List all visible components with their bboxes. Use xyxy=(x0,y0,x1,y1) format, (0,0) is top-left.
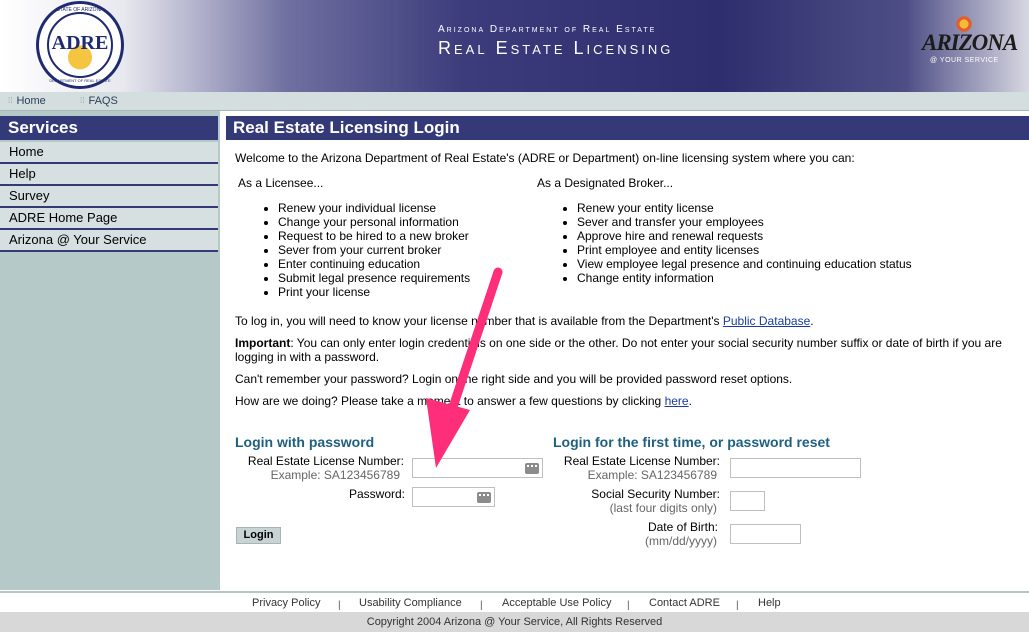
license-example-hint: Example: SA123456789 xyxy=(270,468,400,482)
topnav-faqs-label: FAQS xyxy=(88,95,118,107)
grip-dots-icon: ⁞⁞ xyxy=(80,96,85,105)
license-number-label: Real Estate License Number: xyxy=(247,454,404,468)
list-item: Sever and transfer your employees xyxy=(577,215,912,229)
important-label: Important xyxy=(235,336,291,350)
list-item: Request to be hired to a new broker xyxy=(278,229,470,243)
arizona-logo-tagline: @ YOUR SERVICE xyxy=(930,57,999,64)
seal-abbreviation: ADRE xyxy=(51,32,109,54)
list-item: Submit legal presence requirements xyxy=(278,271,470,285)
dob-hint: (mm/dd/yyyy) xyxy=(645,534,717,548)
footer-usability-compliance-link[interactable]: Usability Compliance xyxy=(359,597,462,609)
license-number-input[interactable] xyxy=(412,458,543,478)
agency-name: Arizona Department of Real Estate xyxy=(438,24,657,35)
login-first-time-heading: Login for the first time, or password re… xyxy=(553,434,830,450)
sidebar-item-arizona-service[interactable]: Arizona @ Your Service xyxy=(0,230,218,252)
footer-help-link[interactable]: Help xyxy=(758,597,781,609)
login-button[interactable]: Login xyxy=(236,527,281,544)
site-header: STATE OF ARIZONA ADRE DEPARTMENT OF REAL… xyxy=(0,0,1029,92)
footer-separator: | xyxy=(480,600,483,611)
password-label: Password: xyxy=(348,487,405,501)
list-item: Print employee and entity licenses xyxy=(577,243,912,257)
arizona-at-your-service-logo[interactable]: ARIZONA @ YOUR SERVICE xyxy=(920,14,1018,72)
topnav-home-label: Home xyxy=(16,95,46,107)
footer-separator: | xyxy=(736,600,739,611)
first-license-example-hint: Example: SA123456789 xyxy=(587,468,717,482)
grip-dots-icon: ⁞⁞ xyxy=(8,96,13,105)
password-manager-key-icon[interactable] xyxy=(525,463,539,474)
footer-links: Privacy Policy | Usability Compliance | … xyxy=(0,591,1029,612)
date-of-birth-input[interactable] xyxy=(730,524,801,544)
sidebar-item-survey[interactable]: Survey xyxy=(0,186,218,208)
password-input[interactable] xyxy=(412,487,495,507)
footer-separator: | xyxy=(627,600,630,611)
welcome-text: Welcome to the Arizona Department of Rea… xyxy=(235,151,855,165)
login-info-end: . xyxy=(810,314,814,328)
list-item: Enter continuing education xyxy=(278,257,470,271)
sidebar-title: Services xyxy=(0,116,218,140)
first-license-number-input[interactable] xyxy=(730,458,861,478)
topnav-faqs-link[interactable]: ⁞⁞ FAQS xyxy=(80,95,118,107)
survey-text: How are we doing? Please take a moment t… xyxy=(235,394,1015,408)
list-item: Print your license xyxy=(278,285,470,299)
broker-list: Renew your entity license Sever and tran… xyxy=(577,201,912,285)
page-title: Real Estate Licensing Login xyxy=(226,116,1029,140)
survey-here-link[interactable]: here xyxy=(665,394,689,408)
list-item: Sever from your current broker xyxy=(278,243,470,257)
licensee-list: Renew your individual license Change you… xyxy=(278,201,470,299)
login-info-text: To log in, you will need to know your li… xyxy=(235,314,1015,328)
sidebar-item-home[interactable]: Home xyxy=(0,142,218,164)
adre-seal-logo[interactable]: STATE OF ARIZONA ADRE DEPARTMENT OF REAL… xyxy=(36,1,124,89)
seal-ring-bottom-text: DEPARTMENT OF REAL ESTATE xyxy=(49,78,111,83)
survey-sentence: How are we doing? Please take a moment t… xyxy=(235,394,665,408)
arizona-logo-word: ARIZONA xyxy=(922,30,1018,55)
password-manager-key-icon[interactable] xyxy=(477,492,491,503)
sidebar-item-help[interactable]: Help xyxy=(0,164,218,186)
sidebar-item-adre-home[interactable]: ADRE Home Page xyxy=(0,208,218,230)
public-database-link[interactable]: Public Database xyxy=(723,314,810,328)
survey-end: . xyxy=(688,394,692,408)
list-item: View employee legal presence and continu… xyxy=(577,257,912,271)
first-license-number-label: Real Estate License Number: xyxy=(563,454,720,468)
list-item: Renew your entity license xyxy=(577,201,912,215)
ssn-label: Social Security Number: xyxy=(591,487,720,501)
forgot-password-text: Can't remember your password? Login on t… xyxy=(235,372,793,386)
list-item: Approve hire and renewal requests xyxy=(577,229,912,243)
login-info-sentence: To log in, you will need to know your li… xyxy=(235,314,723,328)
licensee-heading: As a Licensee... xyxy=(238,176,324,190)
ssn-hint: (last four digits only) xyxy=(609,501,717,515)
copyright-text: Copyright 2004 Arizona @ Your Service, A… xyxy=(0,612,1029,632)
footer-privacy-policy-link[interactable]: Privacy Policy xyxy=(252,597,320,609)
topnav-home-link[interactable]: ⁞⁞ Home xyxy=(8,95,46,107)
sidebar: Services Home Help Survey ADRE Home Page… xyxy=(0,111,220,590)
dob-label: Date of Birth: xyxy=(647,520,718,534)
important-note: Important: You can only enter login cred… xyxy=(235,336,1015,364)
footer-contact-adre-link[interactable]: Contact ADRE xyxy=(649,597,720,609)
site-title: Real Estate Licensing xyxy=(438,38,674,58)
list-item: Renew your individual license xyxy=(278,201,470,215)
list-item: Change your personal information xyxy=(278,215,470,229)
ssn-last-four-input[interactable] xyxy=(730,491,765,511)
login-password-heading: Login with password xyxy=(235,434,375,450)
footer-separator: | xyxy=(338,600,341,611)
broker-heading: As a Designated Broker... xyxy=(537,176,674,190)
footer-acceptable-use-link[interactable]: Acceptable Use Policy xyxy=(502,597,611,609)
top-nav: ⁞⁞ Home ⁞⁞ FAQS xyxy=(0,92,1029,111)
important-text: : You can only enter login credentials o… xyxy=(235,336,1002,364)
list-item: Change entity information xyxy=(577,271,912,285)
